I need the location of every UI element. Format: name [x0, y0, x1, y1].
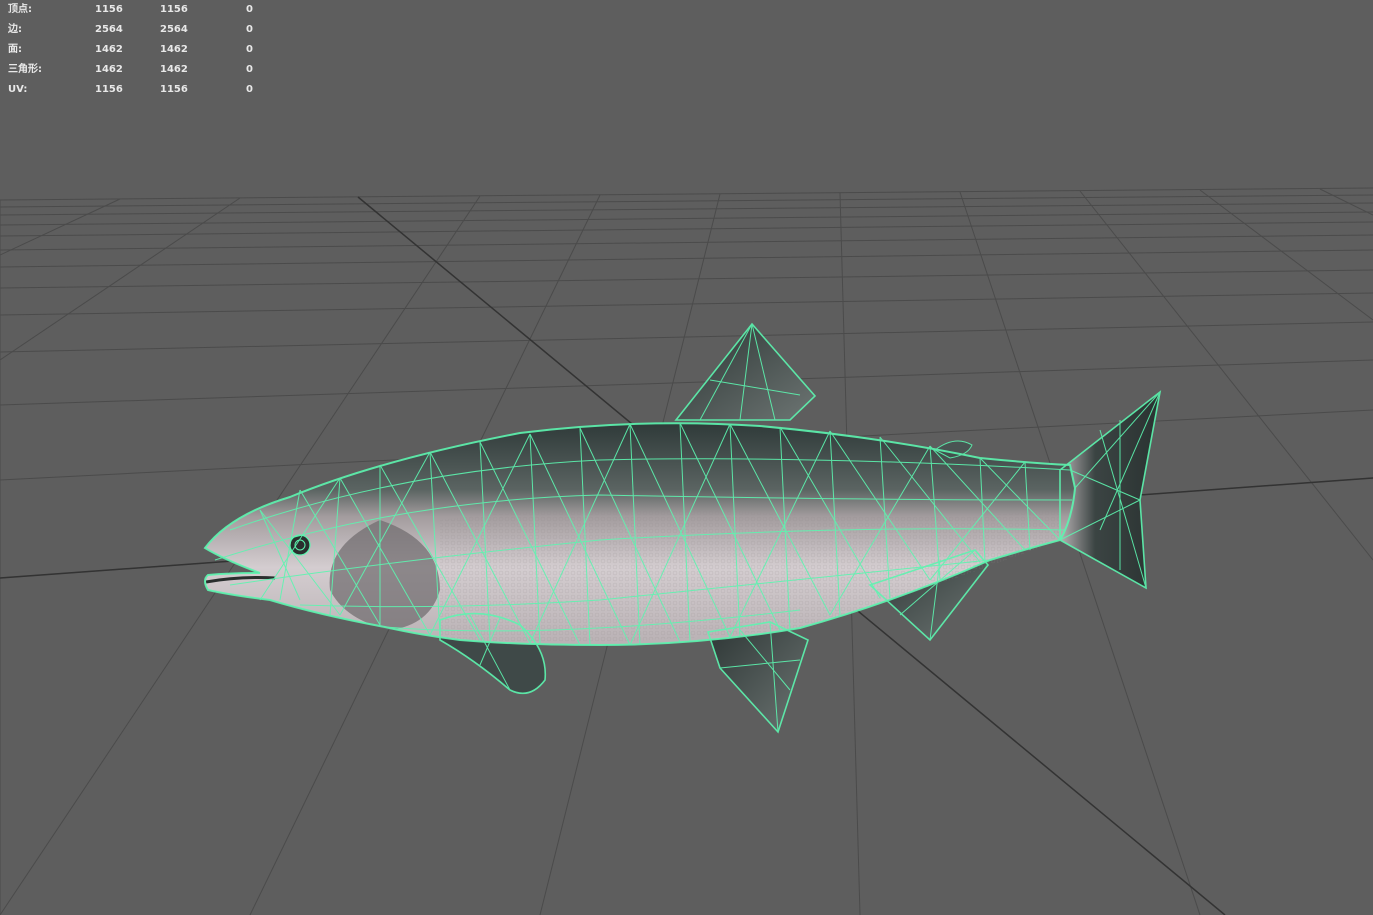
hud-selected: 1156 — [160, 4, 188, 15]
hud-label: 边: — [8, 24, 22, 35]
hud-label: 三角形: — [8, 64, 42, 75]
fish-eye — [289, 534, 311, 556]
hud-extra: 0 — [246, 84, 253, 95]
hud-row-uvs: UV: 1156 1156 0 — [8, 80, 268, 100]
hud-label: UV: — [8, 84, 28, 95]
hud-selected: 2564 — [160, 24, 188, 35]
hud-selected: 1462 — [160, 64, 188, 75]
hud-row-vertices: 顶点: 1156 1156 0 — [8, 0, 268, 20]
hud-extra: 0 — [246, 64, 253, 75]
salmon-model[interactable] — [203, 322, 1162, 734]
hud-total: 1156 — [95, 84, 123, 95]
hud-label: 面: — [8, 44, 22, 55]
poly-count-hud: 顶点: 1156 1156 0 边: 2564 2564 0 面: 1462 1… — [8, 0, 268, 100]
hud-extra: 0 — [246, 24, 253, 35]
hud-total: 1462 — [95, 44, 123, 55]
hud-extra: 0 — [246, 44, 253, 55]
hud-selected: 1156 — [160, 84, 188, 95]
hud-extra: 0 — [246, 4, 253, 15]
hud-row-faces: 面: 1462 1462 0 — [8, 40, 268, 60]
hud-total: 1462 — [95, 64, 123, 75]
hud-selected: 1462 — [160, 44, 188, 55]
hud-total: 2564 — [95, 24, 123, 35]
hud-row-triangles: 三角形: 1462 1462 0 — [8, 60, 268, 80]
3d-viewport[interactable]: 顶点: 1156 1156 0 边: 2564 2564 0 面: 1462 1… — [0, 0, 1373, 915]
hud-row-edges: 边: 2564 2564 0 — [8, 20, 268, 40]
hud-label: 顶点: — [8, 4, 32, 15]
viewport-scene[interactable] — [0, 0, 1373, 915]
hud-total: 1156 — [95, 4, 123, 15]
